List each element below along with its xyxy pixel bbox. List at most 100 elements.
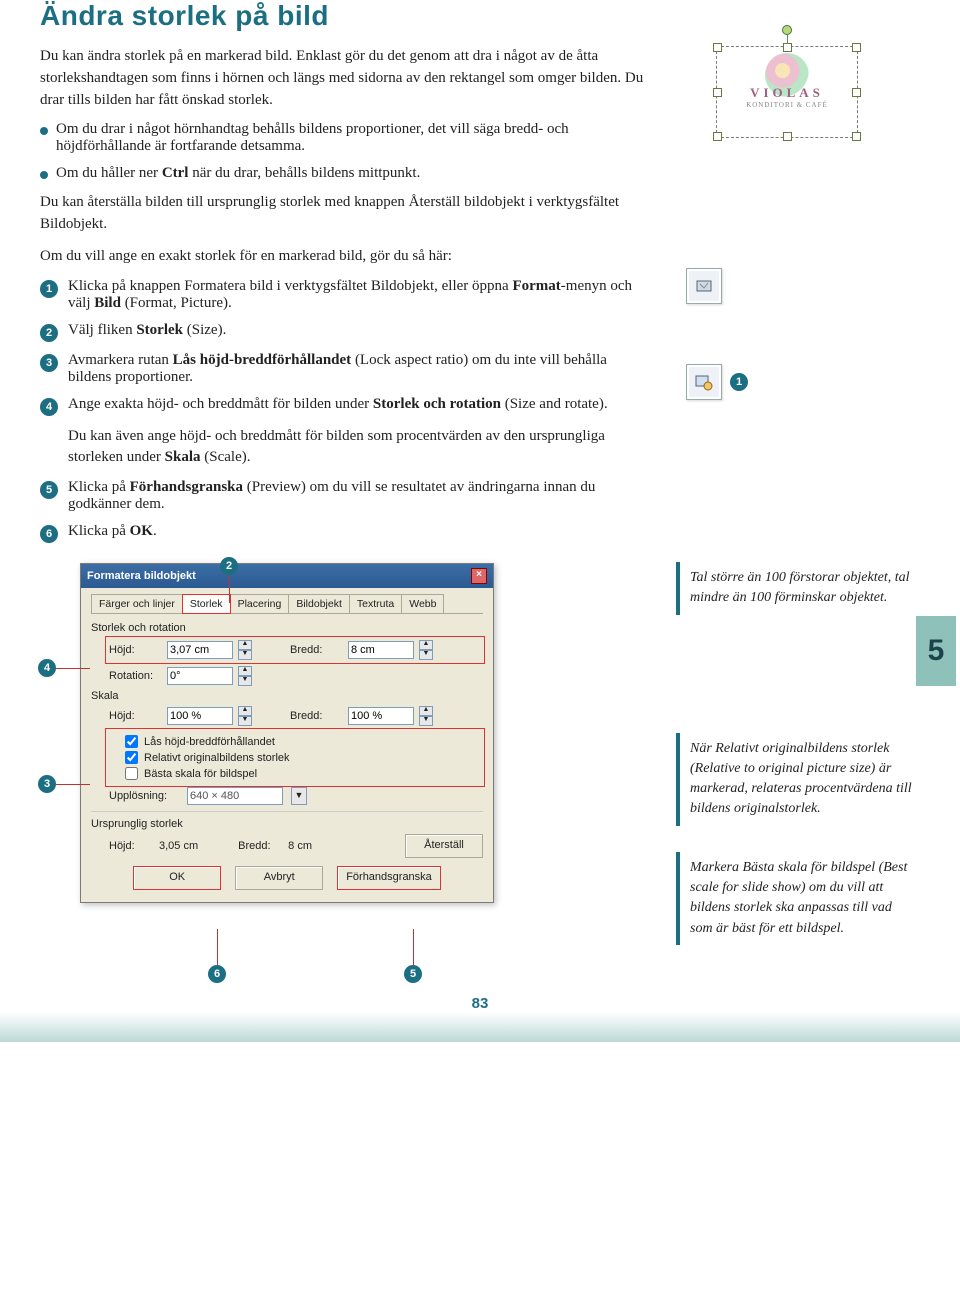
resize-handle[interactable] [852,132,861,141]
intro-paragraph: Du kan ändra storlek på en markerad bild… [40,46,650,111]
resolution-label: Upplösning: [109,790,179,802]
callout-line [56,668,90,669]
group-original: Ursprunglig storlek [91,818,483,830]
resize-handle[interactable] [713,43,722,52]
callout-line [229,575,230,603]
cancel-button[interactable]: Avbryt [235,866,323,890]
group-scale: Skala [91,690,483,702]
scale-h-label: Höjd: [109,710,159,722]
callout-badge-5: 5 [404,965,422,983]
orig-h-label: Höjd: [109,840,149,852]
spinner[interactable]: ▲▼ [419,640,433,660]
group-size-rotation: Storlek och rotation [91,622,483,634]
callout-badge-2: 2 [220,557,238,575]
callout-badge-3: 3 [38,775,56,793]
bullet-icon [40,171,48,179]
step-text: Avmarkera rutan Lås höjd-breddförhålland… [68,352,650,386]
resize-handle[interactable] [852,43,861,52]
scale-h-input[interactable] [167,707,233,725]
reset-picture-button[interactable] [686,268,722,304]
step-text: Klicka på Förhandsgranska (Preview) om d… [68,479,650,513]
image-logo-sub: KONDITORI & CAFÉ [717,101,857,109]
footer-decoration [0,1012,960,1042]
original-row: Höjd: 3,05 cm Bredd: 8 cm Återställ [109,834,483,858]
scale-w-label: Bredd: [290,710,340,722]
reset-button[interactable]: Återställ [405,834,483,858]
spinner[interactable]: ▲▼ [238,706,252,726]
resolution-select[interactable] [187,787,283,805]
callout-line [413,929,414,965]
format-picture-icon [694,372,714,392]
width-input[interactable] [348,641,414,659]
tab-colors[interactable]: Färger och linjer [91,594,183,613]
chapter-tab: 5 [916,616,956,686]
scale-w-input[interactable] [348,707,414,725]
height-label: Höjd: [109,644,159,656]
step-badge-1: 1 [40,280,58,298]
chevron-down-icon[interactable]: ▼ [291,787,307,805]
tip-box: Markera Bästa skala för bildspel (Best s… [676,852,916,945]
ok-button[interactable]: OK [133,866,221,890]
spinner[interactable]: ▲▼ [238,640,252,660]
format-picture-dialog: Formatera bildobjekt × Färger och linjer… [80,563,494,903]
spinner[interactable]: ▲▼ [238,666,252,686]
resize-handle[interactable] [783,43,792,52]
dialog-titlebar[interactable]: Formatera bildobjekt × [81,564,493,588]
bullet-text: Om du håller ner Ctrl när du drar, behål… [56,165,420,182]
orig-h-val: 3,05 cm [159,840,198,852]
scale-paragraph: Du kan även ange höjd- och breddmått för… [40,426,650,470]
tab-picture[interactable]: Bildobjekt [288,594,350,613]
step-text: Välj fliken Storlek (Size). [68,322,226,342]
dialog-tabs: Färger och linjer Storlek Placering Bild… [91,594,483,614]
tab-size[interactable]: Storlek [182,594,231,614]
bullet-text: Om du drar i något hörnhandtag behålls b… [56,121,650,155]
preview-button[interactable]: Förhandsgranska [337,866,441,890]
format-picture-button[interactable] [686,364,722,400]
dialog-title-text: Formatera bildobjekt [87,570,196,582]
chk-relative[interactable] [125,751,138,764]
resize-handle[interactable] [713,132,722,141]
orig-w-label: Bredd: [238,840,278,852]
side-column: VIOLAS KONDITORI & CAFÉ [676,46,916,971]
scale-row: Höjd: ▲▼ Bredd: ▲▼ [109,706,483,726]
bullet-icon [40,127,48,135]
height-input[interactable] [167,641,233,659]
chk-best-label: Bästa skala för bildspel [144,768,257,780]
callout-badge-4: 4 [38,659,56,677]
width-label: Bredd: [290,644,340,656]
resize-handle[interactable] [713,88,722,97]
step-badge-4: 4 [40,398,58,416]
step-badge-3: 3 [40,354,58,372]
tab-textbox[interactable]: Textruta [349,594,402,613]
selected-image-preview[interactable]: VIOLAS KONDITORI & CAFÉ [716,46,858,138]
callout-badge-6: 6 [208,965,226,983]
exact-paragraph: Om du vill ange en exakt storlek för en … [40,246,650,268]
tab-position[interactable]: Placering [230,594,290,613]
spinner[interactable]: ▲▼ [419,706,433,726]
rotate-handle-icon[interactable] [782,25,792,35]
page-number: 83 [40,995,920,1012]
tab-web[interactable]: Webb [401,594,444,613]
dialog-callout-area: 2 4 3 6 5 Formatera bildobjekt × [40,563,650,903]
step-text: Klicka på knappen Formatera bild i verkt… [68,278,650,312]
resize-handle[interactable] [852,88,861,97]
callout-line [56,784,90,785]
step-badge-5: 5 [40,481,58,499]
close-icon[interactable]: × [471,568,487,584]
checkbox-group: Lås höjd-breddförhållandet Relativt orig… [107,730,483,785]
step-badge-2: 2 [40,324,58,342]
callout-line [217,929,218,965]
resize-handle[interactable] [783,132,792,141]
rotation-row: Rotation: ▲▼ [109,666,483,686]
chk-best-scale[interactable] [125,767,138,780]
chk-lock-aspect[interactable] [125,735,138,748]
main-column: Du kan ändra storlek på en markerad bild… [40,46,650,971]
tip-box: När Relativt originalbildens storlek (Re… [676,733,916,826]
image-logo-text: VIOLAS [717,85,857,101]
restore-paragraph: Du kan återställa bilden till ursprungli… [40,192,650,236]
rotation-input[interactable] [167,667,233,685]
rotation-label: Rotation: [109,670,159,682]
reset-picture-icon [694,276,714,296]
step-text: Ange exakta höjd- och breddmått för bild… [68,396,608,416]
step-badge-6: 6 [40,525,58,543]
